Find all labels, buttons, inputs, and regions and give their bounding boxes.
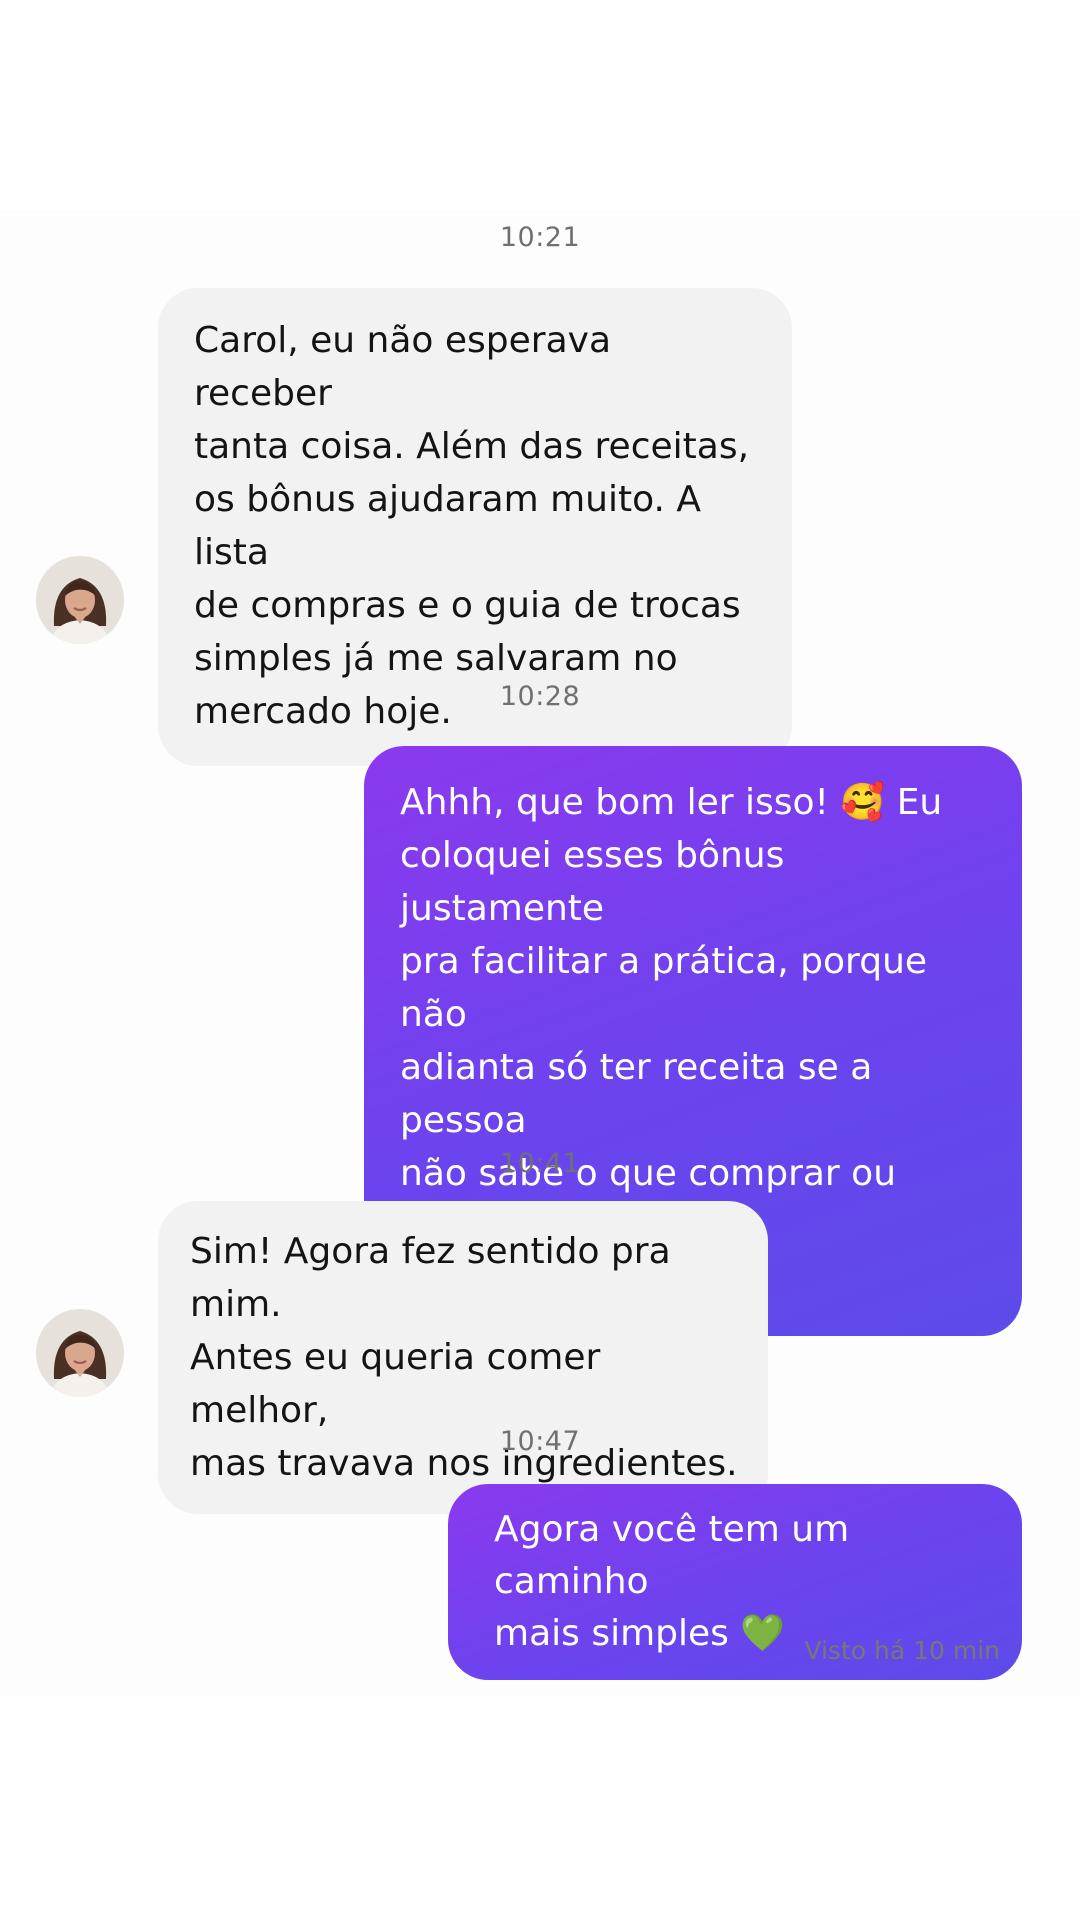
contact-avatar[interactable]	[36, 1309, 124, 1397]
incoming-message-bubble[interactable]: Sim! Agora fez sentido pra mim. Antes eu…	[158, 1201, 768, 1514]
contact-avatar[interactable]	[36, 556, 124, 644]
avatar-photo-icon	[36, 1309, 124, 1397]
seen-status: Visto há 10 min	[804, 1636, 1000, 1665]
avatar-photo-icon	[36, 556, 124, 644]
message-timestamp: 10:21	[499, 222, 581, 253]
message-timestamp: 10:28	[499, 681, 581, 712]
message-timestamp: 10:47	[499, 1426, 581, 1457]
chat-screen: 10:21 Carol, eu não esperava receber tan…	[0, 0, 1080, 1920]
message-timestamp: 10:41	[499, 1148, 581, 1179]
